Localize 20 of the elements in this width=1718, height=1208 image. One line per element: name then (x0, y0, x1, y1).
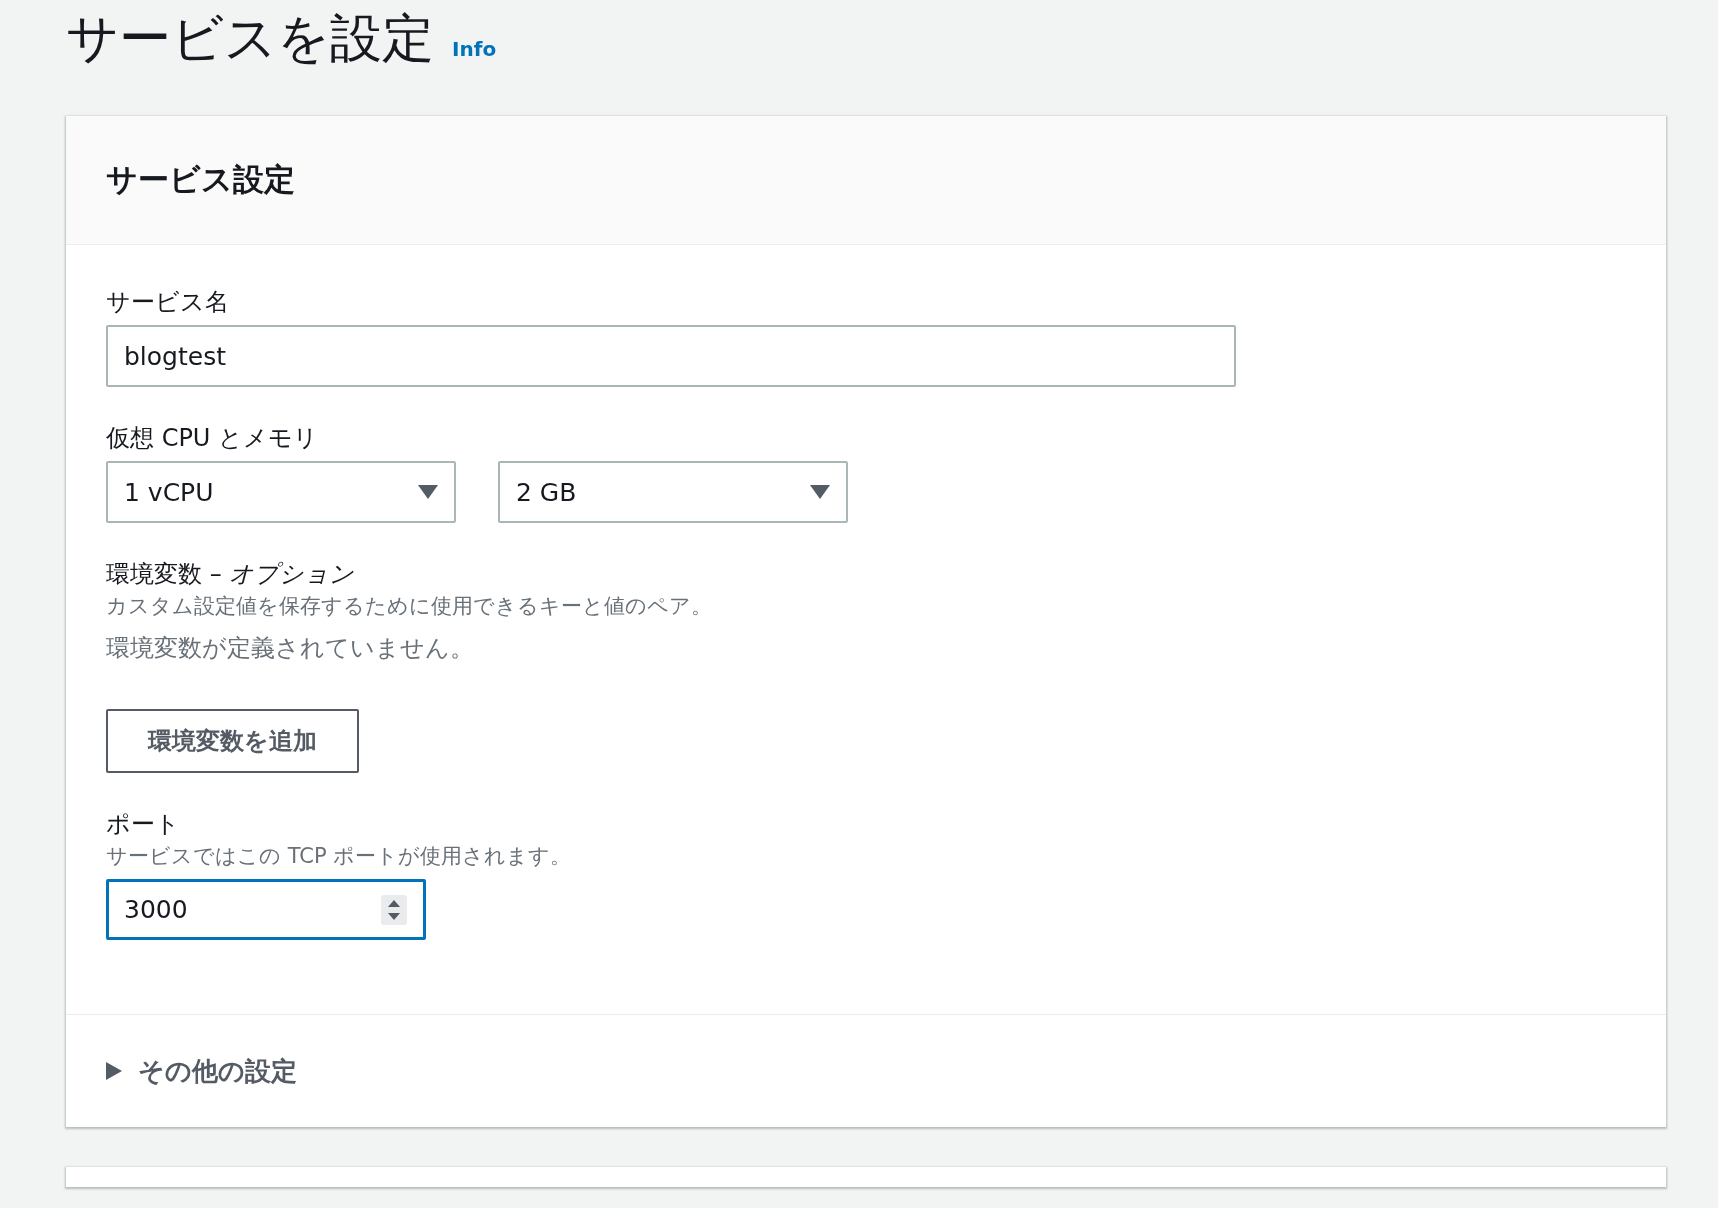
info-link[interactable]: Info (452, 37, 497, 61)
empty-state-text: 環境変数が定義されていません。 (106, 633, 475, 664)
caret-down-icon (418, 485, 438, 499)
page-title: サービスを設定 (66, 7, 434, 70)
card-title: サービス設定 (106, 160, 295, 199)
field-description: サービスではこの TCP ポートが使用されます。 (106, 843, 573, 870)
select-dropdown[interactable]: 2 GB (498, 461, 848, 523)
number-input-field[interactable]: 3000 (106, 879, 426, 940)
caret-down-icon (810, 485, 830, 499)
input-field[interactable]: blogtest (106, 325, 1236, 387)
select-dropdown[interactable]: 1 vCPU (106, 461, 456, 523)
add-variable-button[interactable]: 環境変数を追加 (106, 709, 359, 773)
caret-right-icon (106, 1062, 122, 1080)
expander-toggle[interactable]: その他の設定 (106, 1053, 297, 1089)
field-label: サービス名 (106, 287, 230, 318)
field-label: ポート (106, 809, 181, 840)
field-description: カスタム設定値を保存するために使用できるキーと値のペア。 (106, 593, 713, 620)
field-label: 仮想 CPU とメモリ (106, 423, 320, 454)
field-label: 環境変数 – オプション (106, 559, 356, 590)
stepper-icon[interactable] (381, 894, 407, 925)
